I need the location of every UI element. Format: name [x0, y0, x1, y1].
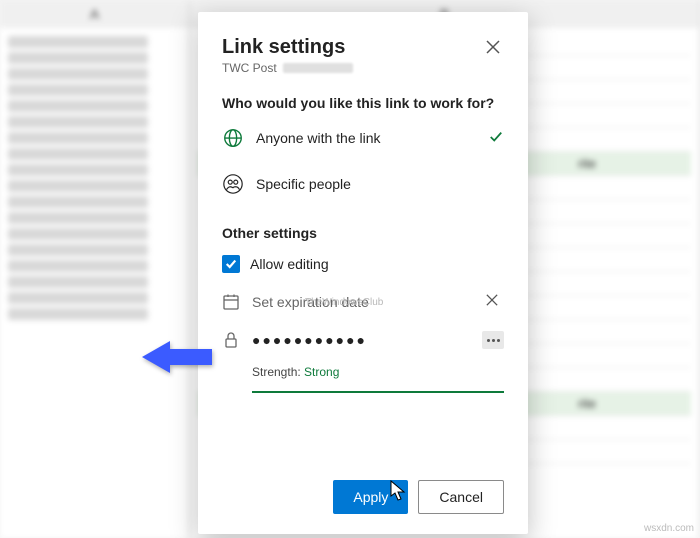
- expiration-date-row[interactable]: Set expiration date: [222, 287, 504, 317]
- allow-editing-row[interactable]: Allow editing: [222, 249, 504, 279]
- dialog-subtitle-redacted: [283, 63, 353, 73]
- password-field[interactable]: ●●●●●●●●●●●: [252, 332, 470, 348]
- option-anyone-with-link[interactable]: Anyone with the link: [222, 119, 504, 157]
- share-scope-question: Who would you like this link to work for…: [222, 95, 504, 111]
- people-icon: [222, 173, 244, 195]
- link-settings-dialog: Link settings TWC Post Who would you lik…: [198, 12, 528, 534]
- globe-icon: [222, 127, 244, 149]
- checkmark-icon: [488, 130, 504, 147]
- password-strength-row: Strength: Strong: [222, 365, 504, 379]
- column-header-a: A: [0, 0, 190, 28]
- cell-fragment: rite: [578, 156, 596, 171]
- other-settings-heading: Other settings: [222, 225, 504, 241]
- close-icon: [486, 40, 500, 54]
- dialog-subtitle-prefix: TWC Post: [222, 61, 277, 75]
- expiration-placeholder: Set expiration date: [252, 294, 474, 310]
- cell-fragment: rite: [578, 396, 596, 411]
- apply-button[interactable]: Apply: [333, 480, 408, 514]
- calendar-icon: [222, 293, 240, 311]
- allow-editing-label: Allow editing: [250, 256, 329, 272]
- strength-label: Strength:: [252, 365, 301, 379]
- allow-editing-checkbox[interactable]: [222, 255, 240, 273]
- option-anyone-label: Anyone with the link: [256, 130, 476, 146]
- clear-expiration-button[interactable]: [486, 293, 504, 311]
- cancel-button[interactable]: Cancel: [418, 480, 504, 514]
- toggle-password-visibility-button[interactable]: [482, 331, 504, 349]
- strength-value: Strong: [304, 365, 339, 379]
- option-specific-people[interactable]: Specific people: [222, 165, 504, 203]
- password-row[interactable]: ●●●●●●●●●●●: [222, 325, 504, 355]
- dialog-title: Link settings: [222, 36, 353, 59]
- strength-bar: [252, 391, 504, 393]
- close-button[interactable]: [482, 36, 504, 63]
- option-specific-label: Specific people: [256, 176, 504, 192]
- lock-icon: [222, 331, 240, 349]
- check-icon: [225, 258, 237, 270]
